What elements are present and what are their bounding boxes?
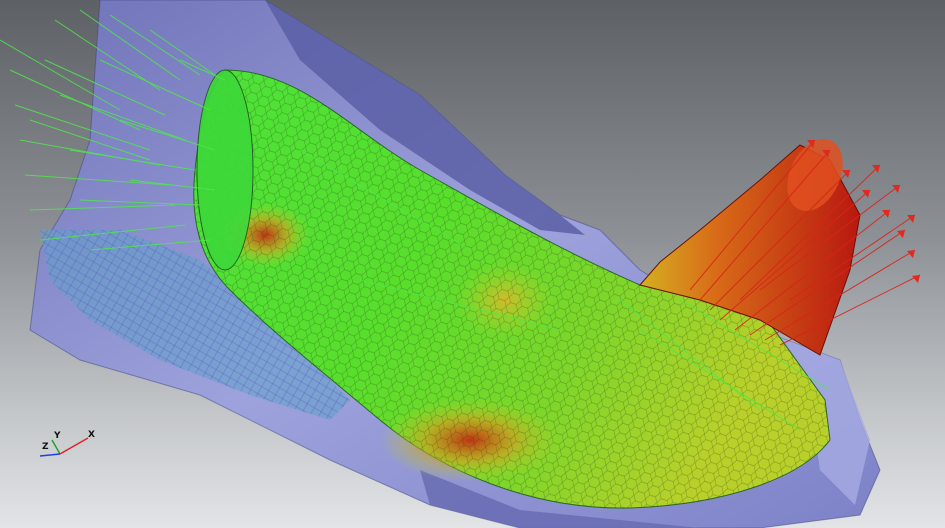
axis-label-z: Z: [42, 442, 49, 452]
axis-label-x: X: [88, 430, 95, 440]
axis-label-y: Y: [53, 431, 61, 441]
3d-viewport[interactable]: X Y Z: [0, 0, 945, 528]
axis-triad-icon: X Y Z: [39, 430, 95, 457]
cfd-render-scene: [0, 0, 921, 528]
